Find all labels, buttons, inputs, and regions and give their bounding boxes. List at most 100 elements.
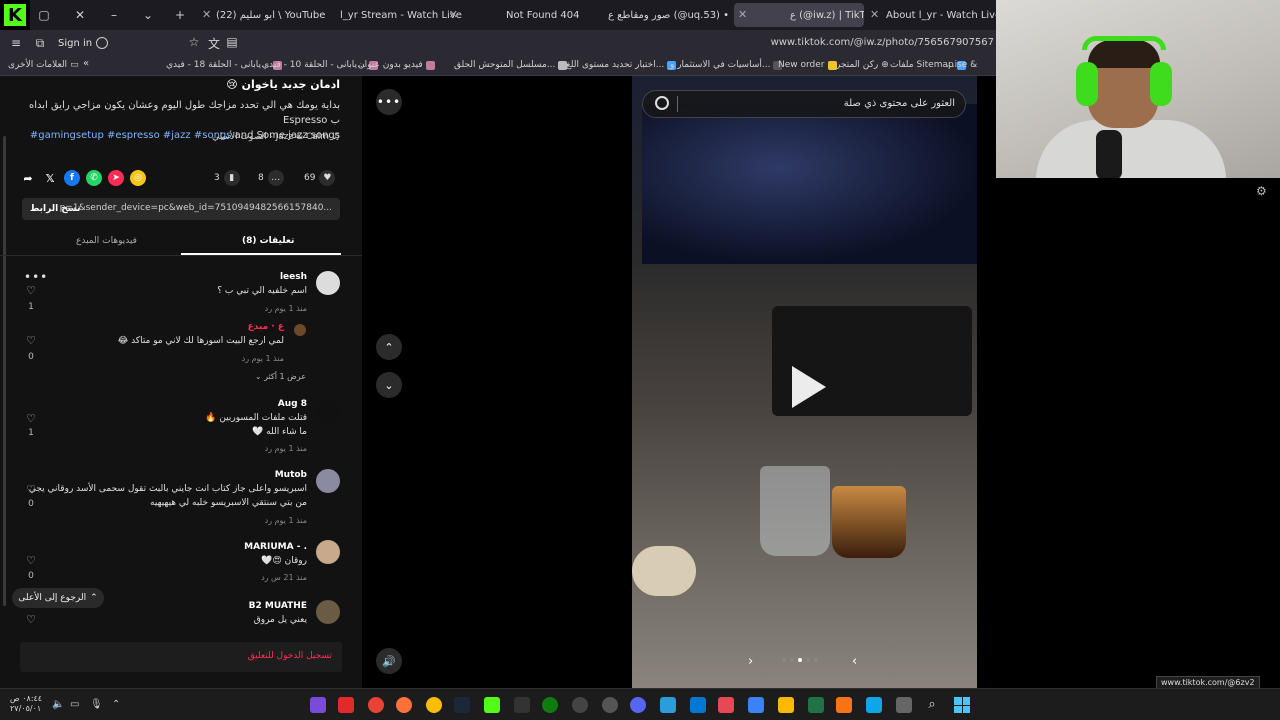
chevron-up-icon[interactable]: ⌃ [376, 334, 402, 360]
photos-icon[interactable] [660, 697, 676, 713]
chrome-alt-icon[interactable] [426, 697, 442, 713]
excel-icon[interactable] [808, 697, 824, 713]
bookmark-item[interactable]: ركن المتجر ⊕ [836, 60, 889, 70]
windows-start-icon[interactable] [954, 697, 970, 713]
next-slide-icon[interactable]: › [748, 654, 753, 669]
app-icon[interactable] [836, 697, 852, 713]
avatar[interactable] [316, 398, 340, 422]
prev-slide-icon[interactable]: ‹ [852, 654, 857, 669]
save-stat[interactable]: 3 ▮ [214, 170, 240, 186]
app-icon[interactable] [718, 697, 734, 713]
tab-youtube[interactable]: ✕ ابو سليم (22) \ YouTube - im [198, 3, 328, 27]
back-to-top-button[interactable]: الرجوع إلى الأعلى ⌃ [12, 588, 104, 608]
volume-icon[interactable]: 🔊 [376, 648, 402, 674]
kick-app-icon[interactable] [484, 697, 500, 713]
like-stat[interactable]: 69 ♥ [304, 170, 336, 186]
bookmark-item[interactable]: اختبار تحديد مستوى اللغ... [566, 60, 677, 70]
firefox-icon[interactable] [396, 697, 412, 713]
address-bar[interactable]: www.tiktok.com/@iw.z/photo/756567907567 [771, 37, 994, 48]
avatar[interactable] [316, 271, 340, 295]
related-search-input[interactable]: العثور على محتوى ذي صلة [642, 90, 966, 118]
send-share-icon[interactable]: ➤ [108, 170, 124, 186]
post-hashtags[interactable]: #gamingsetup #espresso #jazz #songs [30, 130, 232, 141]
bookmark-item[interactable]: فيديو بدون عنوان [358, 60, 435, 70]
task-view-icon[interactable] [896, 697, 912, 713]
tab-comments[interactable]: تعليقات (8) [242, 236, 294, 246]
xbox-icon[interactable] [542, 697, 558, 713]
tab-kick-stream[interactable]: l_yr Stream - Watch Live on ✕ [332, 3, 462, 27]
tab-close-icon[interactable]: ✕ [738, 8, 747, 21]
tab-not-found[interactable]: Not Found 404 [466, 3, 596, 27]
tab-list-dropdown-icon[interactable]: ⌄ [134, 8, 162, 22]
reply-avatar[interactable] [294, 324, 306, 336]
comment-like-icon[interactable]: ♡ [24, 483, 38, 496]
discord-icon[interactable] [630, 697, 646, 713]
app-icon[interactable] [866, 697, 882, 713]
obs-icon[interactable] [602, 697, 618, 713]
slide-dot[interactable] [782, 658, 786, 662]
tab-list-close-icon[interactable]: ✕ [66, 8, 94, 22]
facebook-share-icon[interactable]: f [64, 170, 80, 186]
tab-close-icon[interactable]: ✕ [202, 8, 211, 21]
file-explorer-icon[interactable] [778, 697, 794, 713]
kick-logo[interactable]: K [0, 0, 30, 30]
network-icon[interactable]: ▭ [70, 699, 79, 710]
taskbar-clock[interactable]: ٠٨:٤٤ ص ٢٧/٠٥/٠١ [10, 694, 42, 714]
minimize-icon[interactable]: – [100, 8, 128, 22]
bookmark-item[interactable]: New order [778, 60, 837, 70]
bookmark-item[interactable]: أساسيات في الاستثمار و... [670, 60, 783, 70]
comment-author[interactable]: B2 MUATHE [249, 601, 307, 611]
speaker-icon[interactable]: 🔈 [52, 699, 64, 710]
window-restore-icon[interactable]: ▢ [30, 8, 58, 22]
comment-like-icon[interactable]: ♡ [24, 554, 38, 567]
tab-instagram[interactable]: صور ومقاطع ع (@uq.53) • [600, 3, 730, 27]
store-icon[interactable] [690, 697, 706, 713]
youtube-app-icon[interactable] [338, 697, 354, 713]
comment-author[interactable]: Mutob [275, 470, 307, 480]
avatar[interactable] [316, 540, 340, 564]
play-icon[interactable] [792, 366, 826, 408]
bookmark-other[interactable]: العلامات الأخرى ▭ [8, 60, 79, 70]
media-player-icon[interactable] [572, 697, 588, 713]
tab-tiktok[interactable]: ✕ ع (@iw.z) | TikTok ♪ [734, 3, 864, 27]
comment-like-icon[interactable]: ♡ [24, 284, 38, 297]
steam-icon[interactable] [454, 697, 470, 713]
x-share-icon[interactable]: 𝕏 [42, 170, 58, 186]
epic-games-icon[interactable] [514, 697, 530, 713]
avatar[interactable] [316, 600, 340, 624]
tab-creator-videos[interactable]: فيديوهات المبدع [76, 236, 137, 246]
comment-author[interactable]: Aug 8 [278, 399, 307, 409]
reply-author[interactable]: ع · مبدع [248, 322, 284, 332]
share-arrow-icon[interactable]: ➦ [20, 170, 36, 186]
embed-share-icon[interactable]: ◎ [130, 170, 146, 186]
view-more-replies[interactable]: عرض 1 أكثر ⌄ [255, 372, 306, 381]
gear-icon[interactable]: ⚙ [1256, 184, 1267, 198]
bookmarks-overflow-icon[interactable]: « [74, 58, 98, 69]
extensions-icon[interactable]: ⧉ [28, 36, 52, 51]
tab-kick-about[interactable]: ✕ About l_yr - Watch Live on [868, 3, 1006, 27]
music-label[interactable]: الصوت الأسلي - Jazz & Calm ♫ [212, 132, 340, 142]
comment-stat[interactable]: 8 … [258, 170, 284, 186]
whatsapp-share-icon[interactable]: ✆ [86, 170, 102, 186]
bookmark-item[interactable]: مسلسل المتوحش الحلق... [454, 60, 568, 70]
slide-dot[interactable] [806, 658, 810, 662]
tray-chevron-icon[interactable]: ⌃ [112, 699, 120, 710]
scrollbar[interactable] [3, 136, 6, 606]
tab-close-icon[interactable]: ✕ [870, 8, 879, 21]
tab-close-icon[interactable]: ✕ [449, 8, 458, 21]
chrome-icon[interactable] [368, 697, 384, 713]
bookmark-item[interactable]: ...ise & [946, 60, 977, 70]
slide-dot[interactable] [814, 658, 818, 662]
comment-like-icon[interactable]: ♡ [24, 613, 38, 626]
comment-author[interactable]: MARIUMA - . [244, 542, 307, 552]
new-tab-icon[interactable]: + [166, 8, 194, 22]
app-icon[interactable] [748, 697, 764, 713]
photo-slideshow[interactable]: العثور على محتوى ذي صلة › ‹ [632, 76, 977, 688]
slide-dot-active[interactable] [798, 658, 802, 662]
more-options-icon[interactable]: ••• [376, 89, 402, 115]
avatar[interactable] [316, 469, 340, 493]
comment-like-icon[interactable]: ♡ [24, 412, 38, 425]
login-to-comment-bar[interactable]: تسجيل الدخول للتعليق [20, 642, 342, 672]
slide-dot[interactable] [790, 658, 794, 662]
reader-view-icon[interactable]: ▤ [220, 35, 244, 49]
